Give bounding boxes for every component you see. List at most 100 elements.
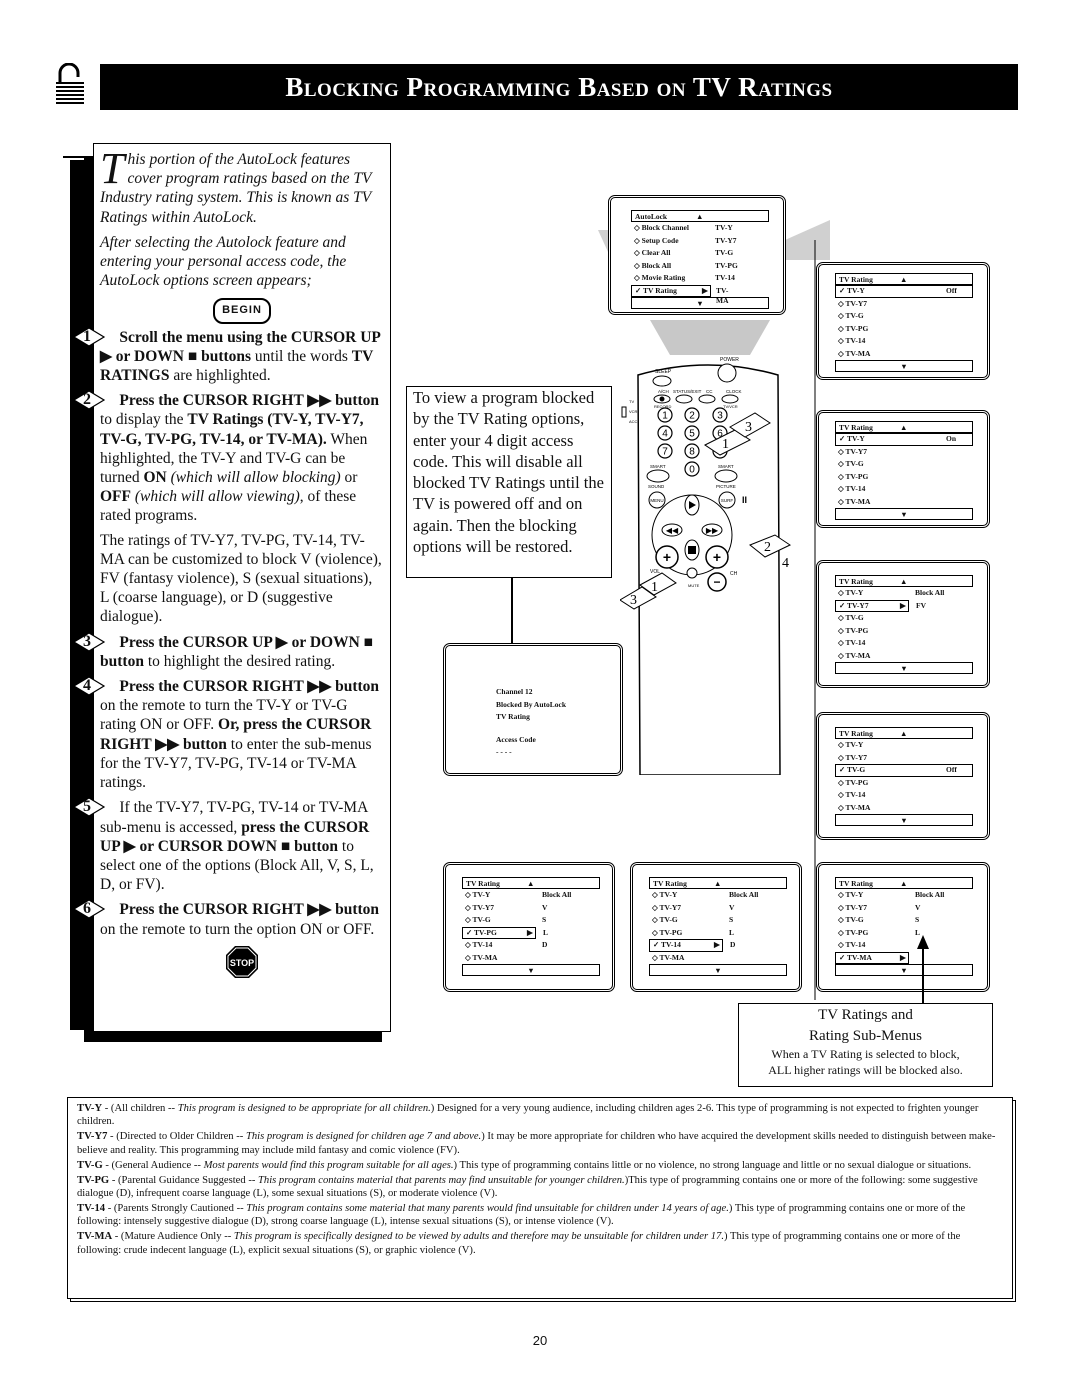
rating-item[interactable]: ◇ TV-MA (835, 802, 973, 815)
rating-label: TV-MA (845, 348, 871, 358)
access-code-input[interactable]: - - - - (496, 746, 566, 759)
scroll-down-icon[interactable]: ▼ (649, 964, 787, 976)
scroll-down-icon[interactable]: ▼ (835, 360, 973, 372)
rating-item[interactable]: ◇ TV-G S (649, 914, 787, 927)
rating-item[interactable]: ◇ TV-MA (649, 952, 787, 965)
cc-button[interactable] (698, 394, 716, 404)
rating-item[interactable]: ◇ TV-PG (835, 471, 973, 484)
menu-item[interactable]: ◇ Movie Rating TV-14 (631, 272, 769, 285)
rating-item[interactable]: ✓ TV-MA ▶ (835, 951, 909, 964)
rating-value: S (729, 915, 734, 924)
rating-item[interactable]: ◇ TV-Y Block All (462, 889, 600, 902)
scroll-down-icon[interactable]: ▼ (631, 297, 769, 309)
menu-title: TV Rating (466, 879, 500, 888)
rating-item[interactable]: ◇ TV-G S (835, 914, 973, 927)
mute-button[interactable] (686, 567, 698, 579)
bullet-icon: ◇ (634, 223, 640, 232)
rating-item[interactable]: ◇ TV-Y7 V (649, 902, 787, 915)
rating-item[interactable]: ◇ TV-PG (835, 625, 973, 638)
rating-item[interactable]: ◇ TV-Y7 V (835, 902, 973, 915)
rating-item[interactable]: ◇ TV-Y7 V (462, 902, 600, 915)
mode-switch[interactable] (621, 406, 627, 418)
rating-item[interactable]: ◇ TV-PG L (835, 927, 973, 940)
menu-item[interactable]: ◇ Block Channel TV-Y (631, 222, 769, 235)
rating-label: TV-Y (845, 740, 864, 749)
scroll-up-icon[interactable]: ▲ (900, 728, 907, 739)
digit-label: 3 (717, 411, 723, 422)
bullet-icon: ◇ (652, 915, 658, 924)
rating-item[interactable]: ◇ TV-Y Block All (835, 587, 973, 600)
rating-item[interactable]: ◇ TV-MA (835, 348, 973, 361)
rating-item[interactable]: ◇ TV-PG (835, 323, 973, 336)
rating-item[interactable]: ✓ TV-Y7 ▶ FV (835, 599, 926, 612)
rating-item[interactable]: ◇ TV-14 D (462, 939, 600, 952)
power-button[interactable] (717, 363, 737, 383)
rating-item[interactable]: ◇ TV-Y Block All (835, 889, 973, 902)
rating-item[interactable]: ◇ TV-PG L (649, 927, 787, 940)
rating-list-item: TV-MA (716, 285, 729, 306)
rating-item[interactable]: ✓ TV-Y Off (835, 285, 973, 298)
step-number-diamond: 3 (72, 631, 110, 652)
check-icon: ✓ (839, 286, 846, 295)
scroll-down-icon[interactable]: ▼ (835, 662, 973, 674)
submenu-arrow-icon: ▶ (900, 952, 906, 962)
scroll-up-icon[interactable]: ▲ (714, 878, 721, 889)
channel-number: Channel 12 (496, 687, 533, 696)
rating-item[interactable]: ◇ TV-G (835, 458, 973, 471)
rating-label: TV-PG (845, 625, 869, 635)
bullet-icon: ◇ (652, 902, 658, 912)
rating-item[interactable]: ◇ TV-MA (462, 952, 600, 965)
smart-sound-button[interactable] (646, 469, 670, 483)
bullet-icon: ◇ (838, 625, 844, 635)
scroll-down-icon[interactable]: ▼ (462, 964, 600, 976)
rating-item[interactable]: ◇ TV-G S (462, 914, 600, 927)
definition-text: - (All children -- (102, 1103, 178, 1114)
menu-header: TV Rating ▲ (835, 575, 973, 587)
menu-item[interactable]: ◇ Block All TV-PG (631, 260, 769, 273)
clock-button[interactable] (721, 394, 739, 404)
rating-item[interactable]: ◇ TV-Y (835, 739, 973, 752)
rating-item[interactable]: ◇ TV-Y7 (835, 298, 973, 311)
rating-item[interactable]: ◇ TV-14 (835, 939, 973, 952)
rating-item[interactable]: ◇ TV-14 (835, 483, 973, 496)
rating-item[interactable]: ◇ TV-G (835, 612, 973, 625)
menu-item[interactable]: ◇ Clear All TV-G (631, 247, 769, 260)
step-number: 2 (83, 391, 91, 409)
scroll-up-icon[interactable]: ▲ (900, 576, 907, 587)
scroll-up-icon[interactable]: ▲ (900, 274, 907, 285)
scroll-up-icon[interactable]: ▲ (900, 422, 907, 433)
step-3: 3 Press the CURSOR UP ▶ or DOWN ■ button… (72, 631, 384, 671)
rating-item[interactable]: ◇ TV-Y Block All (649, 889, 787, 902)
rating-item[interactable]: ◇ TV-14 (835, 637, 973, 650)
scroll-up-icon[interactable]: ▲ (900, 878, 907, 889)
menu-item[interactable]: ◇ Setup Code TV-Y7 (631, 235, 769, 248)
rating-item[interactable]: ◇ TV-MA (835, 650, 973, 663)
picture-label: PICTURE (716, 484, 736, 489)
bullet-icon: ◇ (838, 752, 844, 762)
rating-item[interactable]: ◇ TV-G (835, 310, 973, 323)
rating-value: L (729, 927, 735, 937)
scroll-down-icon[interactable]: ▼ (835, 814, 973, 826)
rating-item[interactable]: ◇ TV-PG (835, 777, 973, 790)
status-exit-button[interactable] (675, 394, 693, 404)
scroll-down-icon[interactable]: ▼ (835, 964, 973, 976)
scroll-up-icon[interactable]: ▲ (527, 878, 534, 889)
scroll-down-icon[interactable]: ▼ (835, 508, 973, 520)
tv-rating-menu: TV Rating ▲ ◇ TV-Y Block All ✓ TV-Y7 ▶ FV ◇ … (835, 575, 973, 674)
rating-item[interactable]: ◇ TV-Y7 (835, 446, 973, 459)
menu-item[interactable]: ✓ TV Rating ▶ TV-MA (631, 284, 729, 305)
rating-item[interactable]: ◇ TV-14 (835, 335, 973, 348)
rating-item[interactable]: ◇ TV-MA (835, 496, 973, 509)
rating-item[interactable]: ✓ TV-PG ▶ L (462, 926, 548, 939)
rating-item[interactable]: ◇ TV-Y7 (835, 752, 973, 765)
definition-italic: This program is designed to be appropria… (177, 1103, 431, 1114)
rating-item[interactable]: ✓ TV-Y On (835, 433, 973, 446)
rating-item[interactable]: ✓ TV-G Off (835, 764, 973, 777)
submenu-arrow-icon: ▶ (900, 600, 906, 610)
rating-item[interactable]: ◇ TV-14 (835, 789, 973, 802)
sleep-button[interactable] (652, 375, 672, 387)
rating-item[interactable]: ✓ TV-14 ▶ D (649, 939, 735, 952)
scroll-up-icon[interactable]: ▲ (696, 211, 703, 222)
block-reason: TV Rating (496, 712, 530, 721)
smart-picture-button[interactable] (714, 469, 738, 483)
